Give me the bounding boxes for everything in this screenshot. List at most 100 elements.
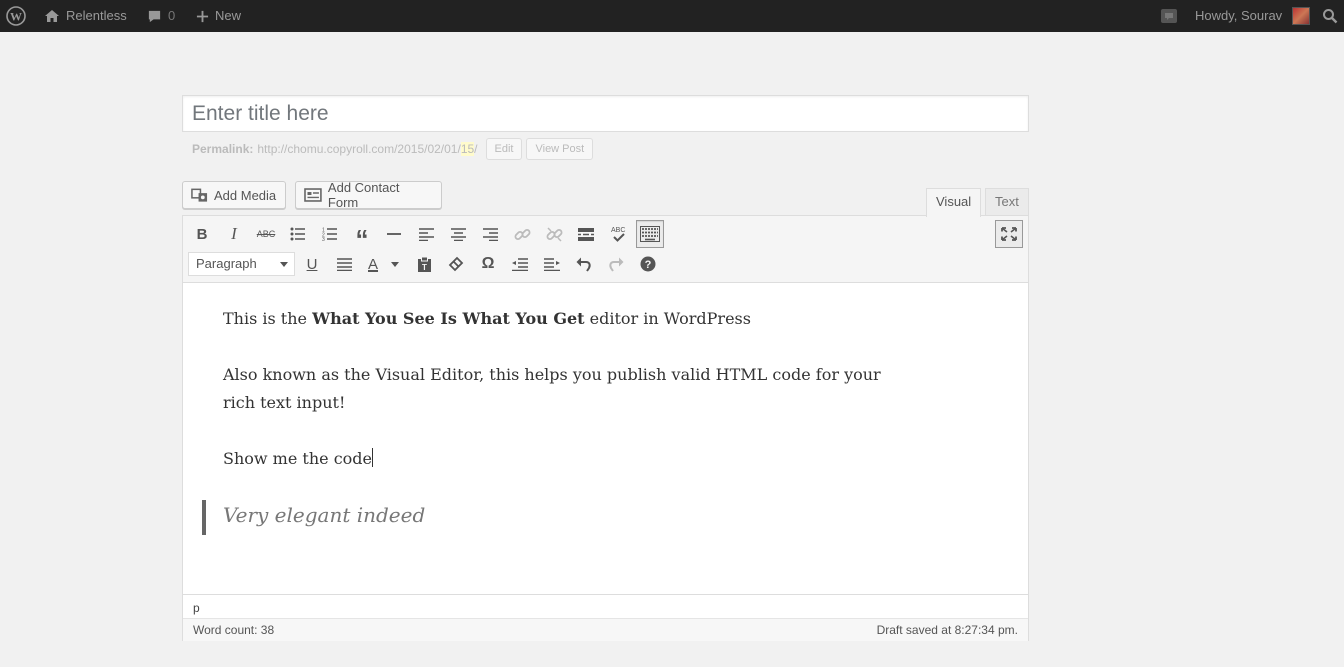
media-icon bbox=[191, 188, 208, 202]
paragraph-3: Show me the code bbox=[223, 445, 373, 473]
toolbar-toggle-button[interactable] bbox=[636, 220, 664, 248]
undo-icon bbox=[576, 257, 591, 272]
editor-toolbar: B I ABC 123 “ ABC Paragraph U A T Ω ? bbox=[183, 216, 1028, 283]
avatar bbox=[1292, 7, 1311, 25]
keyboard-icon bbox=[640, 226, 660, 242]
italic-button[interactable]: I bbox=[220, 220, 248, 248]
underline-icon: U bbox=[306, 255, 318, 273]
svg-text:3: 3 bbox=[322, 237, 325, 241]
edit-permalink-button[interactable]: Edit bbox=[485, 138, 523, 160]
format-select[interactable]: Paragraph bbox=[188, 252, 295, 276]
howdy-text: Howdy, Sourav bbox=[1195, 8, 1283, 23]
site-name: Relentless bbox=[66, 8, 127, 23]
tab-visual[interactable]: Visual bbox=[926, 188, 982, 217]
editor-content[interactable]: This is the What You See Is What You Get… bbox=[183, 283, 1028, 593]
my-account-link[interactable]: Howdy, Sourav bbox=[1195, 0, 1311, 32]
link-icon bbox=[514, 228, 530, 240]
justify-icon bbox=[336, 257, 352, 271]
search-icon[interactable] bbox=[1322, 0, 1338, 32]
p1-bold-text: What You See Is What You Get bbox=[312, 309, 585, 328]
add-contact-form-button[interactable]: Add Contact Form bbox=[295, 180, 442, 210]
keyboard-shortcuts-button[interactable]: ? bbox=[634, 250, 662, 278]
numbered-list-icon: 123 bbox=[322, 228, 337, 241]
plus-icon bbox=[196, 10, 209, 22]
read-more-button[interactable] bbox=[572, 220, 600, 248]
permalink-label: Permalink: bbox=[192, 142, 254, 156]
text-cursor bbox=[372, 448, 373, 467]
special-character-button[interactable]: Ω bbox=[474, 250, 502, 278]
outdent-button[interactable] bbox=[506, 250, 534, 278]
element-path: p bbox=[183, 594, 1028, 618]
comment-icon bbox=[148, 10, 161, 22]
align-left-icon bbox=[418, 227, 434, 241]
indent-icon bbox=[544, 257, 560, 271]
permalink-row: Permalink: http://chomu.copyroll.com/201… bbox=[192, 138, 594, 160]
wordpress-logo-icon[interactable]: W bbox=[6, 0, 26, 32]
bold-icon: B bbox=[196, 225, 208, 243]
redo-icon bbox=[609, 257, 624, 272]
outdent-icon bbox=[512, 257, 528, 271]
eraser-icon bbox=[448, 256, 464, 272]
comments-count: 0 bbox=[168, 8, 176, 23]
svg-text:ABC: ABC bbox=[611, 227, 625, 234]
title-wrap bbox=[182, 95, 1029, 132]
horizontal-line-icon bbox=[387, 233, 401, 235]
new-content-link[interactable]: New bbox=[196, 0, 241, 32]
undo-button[interactable] bbox=[570, 250, 598, 278]
bold-button[interactable]: B bbox=[188, 220, 216, 248]
strikethrough-button[interactable]: ABC bbox=[252, 220, 280, 248]
svg-text:W: W bbox=[10, 10, 22, 24]
paragraph-1: This is the What You See Is What You Get… bbox=[223, 305, 751, 333]
blockquote-icon: “ bbox=[355, 224, 369, 254]
clipboard-icon: T bbox=[417, 256, 431, 272]
horizontal-line-button[interactable] bbox=[380, 220, 408, 248]
clear-formatting-button[interactable] bbox=[442, 250, 470, 278]
align-center-icon bbox=[450, 227, 466, 241]
underline-button[interactable]: U bbox=[298, 250, 326, 278]
editor-status-bar: Word count: 38 Draft saved at 8:27:34 pm… bbox=[183, 618, 1028, 641]
p1-text-before: This is the bbox=[223, 309, 313, 328]
align-right-icon bbox=[482, 227, 498, 241]
post-title-input[interactable] bbox=[183, 96, 1028, 131]
fullscreen-icon bbox=[1001, 227, 1017, 241]
spellcheck-button[interactable]: ABC bbox=[604, 220, 632, 248]
notification-icon bbox=[1161, 9, 1177, 23]
notifications-link[interactable] bbox=[1160, 0, 1178, 32]
paste-as-text-button[interactable]: T bbox=[410, 250, 438, 278]
comments-link[interactable]: 0 bbox=[147, 0, 175, 32]
path-element[interactable]: p bbox=[193, 601, 200, 615]
text-color-button[interactable]: A bbox=[363, 250, 403, 278]
chevron-down-icon bbox=[391, 262, 399, 267]
align-left-button[interactable] bbox=[412, 220, 440, 248]
align-right-button[interactable] bbox=[476, 220, 504, 248]
unlink-icon bbox=[546, 226, 562, 242]
p3-text: Show me the code bbox=[223, 449, 372, 468]
justify-button[interactable] bbox=[330, 250, 358, 278]
insert-link-button[interactable] bbox=[508, 220, 536, 248]
redo-button[interactable] bbox=[602, 250, 630, 278]
remove-link-button[interactable] bbox=[540, 220, 568, 248]
editor: B I ABC 123 “ ABC Paragraph U A T Ω ? Th… bbox=[182, 215, 1029, 641]
omega-icon: Ω bbox=[481, 255, 495, 272]
autosave-status: Draft saved at 8:27:34 pm. bbox=[876, 623, 1018, 637]
fullscreen-button[interactable] bbox=[995, 220, 1023, 248]
site-name-link[interactable]: Relentless bbox=[44, 0, 127, 32]
text-color-icon: A bbox=[368, 255, 379, 273]
spellcheck-icon: ABC bbox=[611, 227, 625, 242]
align-center-button[interactable] bbox=[444, 220, 472, 248]
numbered-list-button[interactable]: 123 bbox=[316, 220, 344, 248]
strikethrough-icon: ABC bbox=[256, 229, 276, 239]
bullet-list-button[interactable] bbox=[284, 220, 312, 248]
permalink-url[interactable]: http://chomu.copyroll.com/2015/02/01/15/ bbox=[257, 142, 478, 156]
contact-form-icon bbox=[304, 188, 322, 202]
italic-icon: I bbox=[231, 224, 237, 243]
blockquote-button[interactable]: “ bbox=[348, 220, 376, 252]
view-post-button[interactable]: View Post bbox=[526, 138, 594, 160]
add-media-button[interactable]: Add Media bbox=[182, 181, 286, 209]
blockquote: Very elegant indeed bbox=[223, 503, 426, 527]
indent-button[interactable] bbox=[538, 250, 566, 278]
p1-text-after: editor in WordPress bbox=[584, 309, 751, 328]
tab-text[interactable]: Text bbox=[985, 188, 1029, 216]
permalink-slug: 15 bbox=[460, 142, 475, 156]
chevron-down-icon bbox=[280, 262, 288, 267]
